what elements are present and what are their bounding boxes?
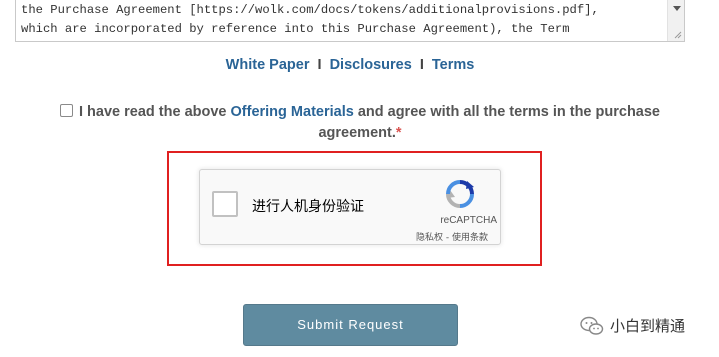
submit-request-button[interactable]: Submit Request: [243, 304, 458, 346]
agreement-text-after: and agree with all the terms in the purc…: [318, 104, 660, 141]
recaptcha-privacy-terms[interactable]: 隐私权 - 使用条款: [416, 230, 488, 243]
document-links: White Paper I Disclosures I Terms: [0, 57, 700, 73]
agreement-text-before: I have read the above: [79, 104, 231, 120]
offering-materials-link[interactable]: Offering Materials: [231, 104, 354, 120]
agreement-statement: I have read the above Offering Materials…: [40, 102, 680, 144]
disclosures-link[interactable]: Disclosures: [330, 57, 412, 73]
watermark: 小白到精通: [580, 315, 685, 337]
terms-text: the Purchase Agreement [https://wolk.com…: [21, 1, 661, 39]
watermark-text: 小白到精通: [610, 317, 686, 335]
link-separator: I: [317, 57, 322, 73]
recaptcha-checkbox[interactable]: [212, 191, 238, 217]
terms-line-1: the Purchase Agreement [https://wolk.com…: [21, 3, 599, 17]
required-mark: *: [395, 125, 402, 141]
scroll-down-arrow-icon[interactable]: [673, 6, 681, 11]
white-paper-link[interactable]: White Paper: [226, 57, 310, 73]
resize-grip-icon[interactable]: [674, 31, 682, 39]
terms-link[interactable]: Terms: [432, 57, 474, 73]
link-separator: I: [419, 57, 424, 73]
wechat-logo-icon: [580, 316, 604, 335]
terms-line-2: which are incorporated by reference into…: [21, 22, 570, 36]
recaptcha-logo-icon: [446, 180, 474, 208]
agreement-checkbox[interactable]: [60, 104, 73, 117]
terms-textarea[interactable]: the Purchase Agreement [https://wolk.com…: [15, 0, 685, 42]
recaptcha-label: 进行人机身份验证: [252, 199, 364, 215]
recaptcha-brand: reCAPTCHA: [440, 215, 497, 226]
recaptcha-widget: 进行人机身份验证 reCAPTCHA 隐私权 - 使用条款: [199, 169, 501, 245]
